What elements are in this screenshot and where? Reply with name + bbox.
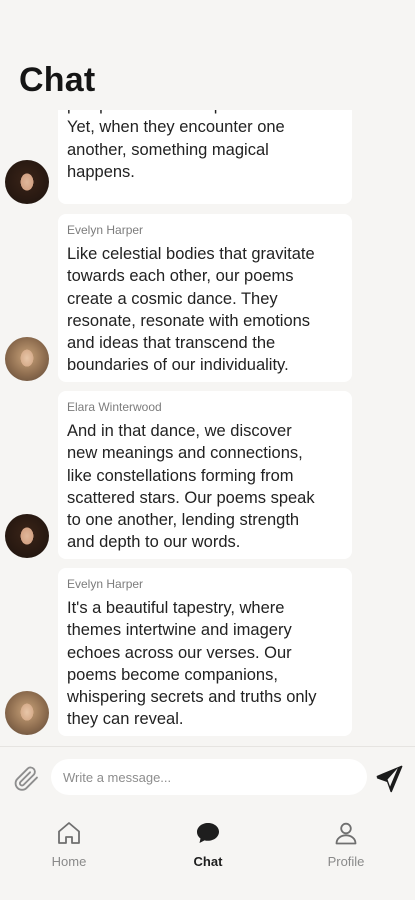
message-input[interactable] [51, 759, 367, 795]
sender-avatar[interactable] [5, 160, 49, 204]
sender-name: Elara Winterwood [67, 400, 162, 414]
message-list[interactable]: perspectives and experiences. Yet, when … [0, 110, 415, 746]
message-input-wrapper [51, 759, 367, 795]
chat-screen: Chat perspectives and experiences. Yet, … [0, 0, 415, 900]
home-icon [55, 820, 83, 846]
message-composer [0, 746, 415, 807]
paperclip-icon[interactable] [12, 764, 40, 792]
sender-avatar[interactable] [5, 691, 49, 735]
tab-label: Chat [193, 854, 223, 869]
message-bubble: Elara Winterwood And in that dance, we d… [58, 391, 352, 559]
profile-icon [332, 820, 360, 846]
message-bubble: Evelyn Harper Like celestial bodies that… [58, 214, 352, 382]
tab-profile[interactable]: Profile [301, 820, 391, 869]
tab-label: Home [51, 854, 87, 869]
bottom-tab-bar: Home Chat Profile [0, 806, 415, 900]
message-text: It's a beautiful tapestry, where themes … [67, 599, 317, 729]
sender-name: Evelyn Harper [67, 223, 144, 237]
message-text: And in that dance, we discover new meani… [67, 422, 315, 552]
tab-chat[interactable]: Chat [163, 820, 253, 869]
message-text: Like celestial bodies that gravitate tow… [67, 245, 315, 375]
tab-home[interactable]: Home [24, 820, 114, 869]
page-title: Chat [19, 57, 219, 103]
chat-bubble-icon [194, 820, 222, 846]
sender-avatar[interactable] [5, 514, 49, 558]
message-bubble: Evelyn Harper It's a beautiful tapestry,… [58, 568, 352, 736]
sender-name: Evelyn Harper [67, 577, 144, 591]
sender-avatar[interactable] [5, 337, 49, 381]
message-bubble: perspectives and experiences. Yet, when … [58, 110, 352, 204]
message-text: perspectives and experiences. Yet, when … [67, 110, 290, 181]
send-icon[interactable] [373, 762, 405, 794]
tab-label: Profile [327, 854, 365, 869]
